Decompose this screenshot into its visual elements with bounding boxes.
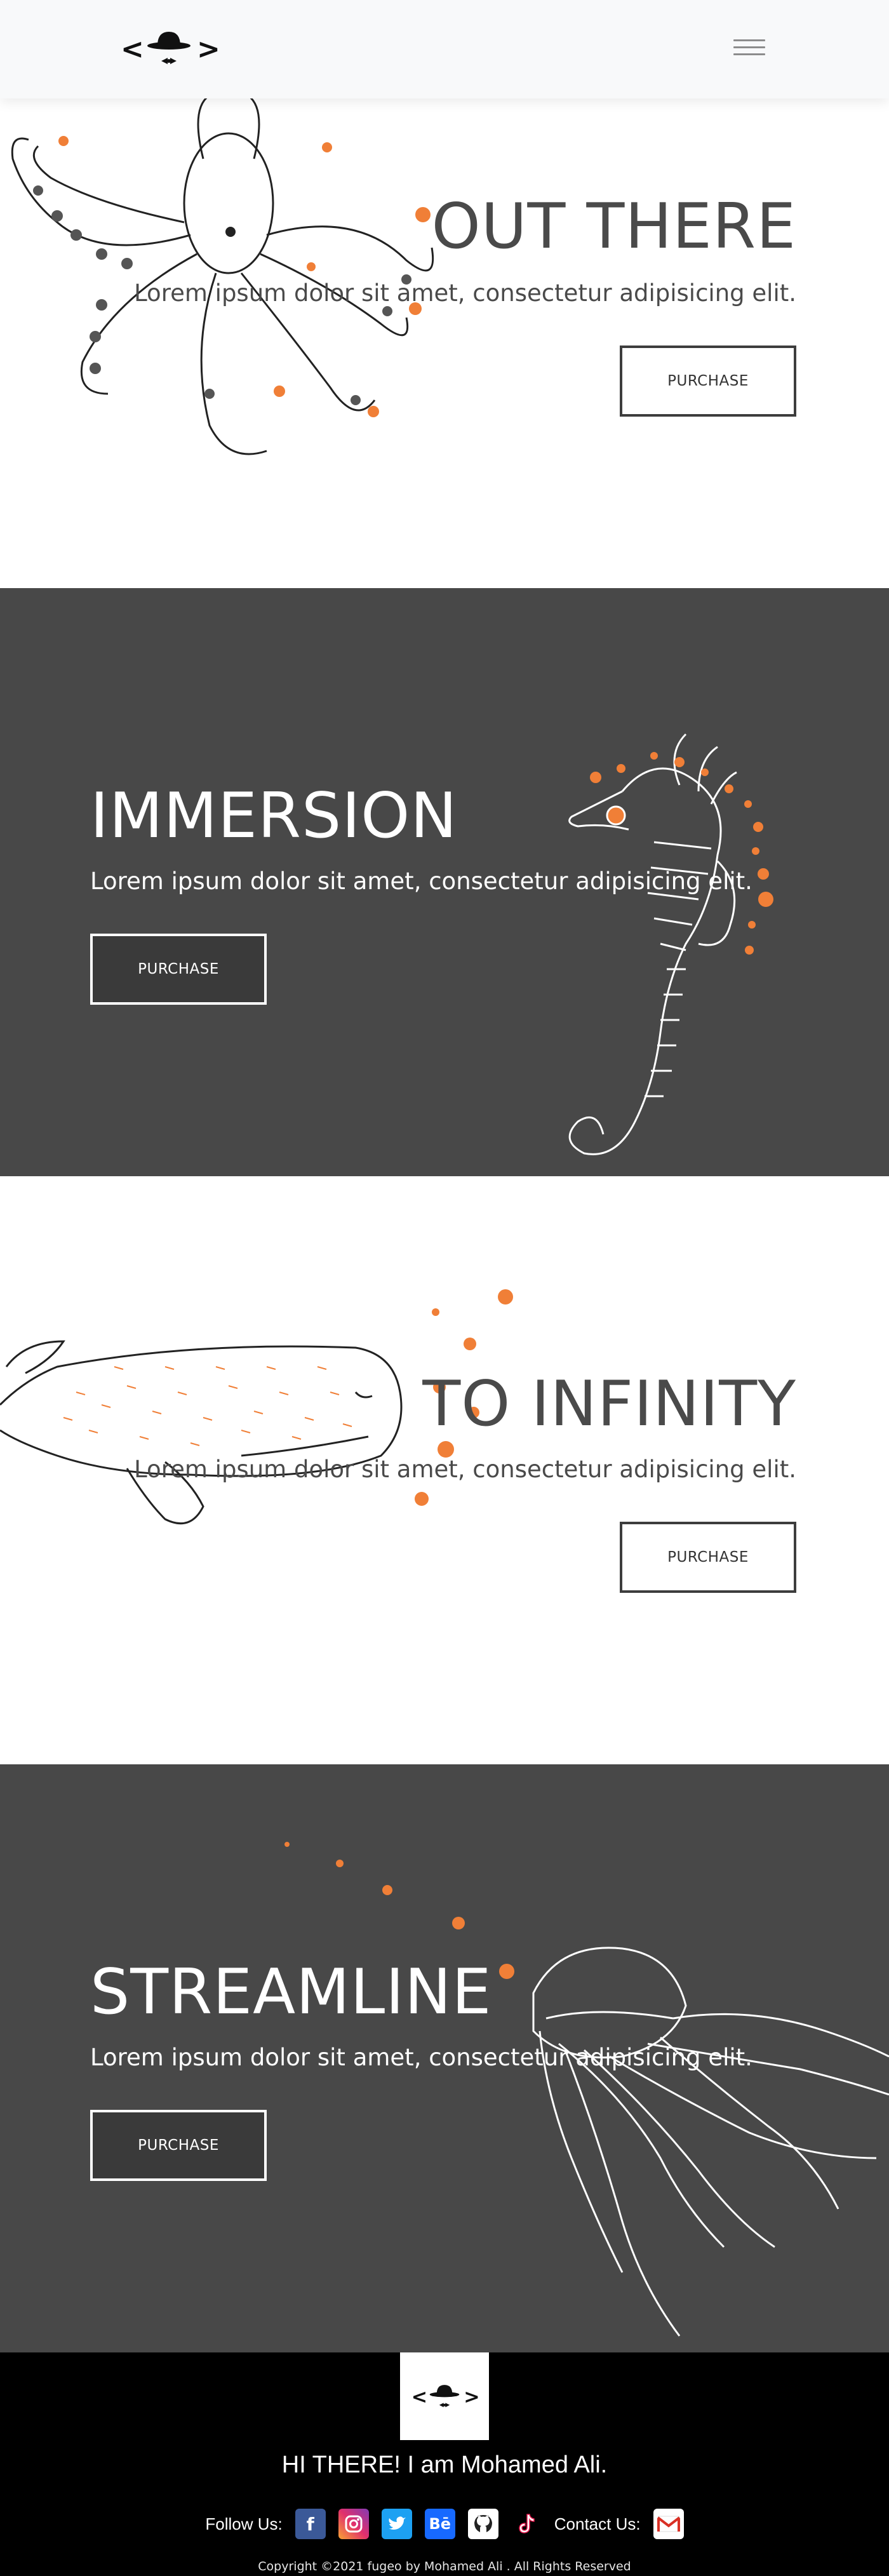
section-subtitle: Lorem ipsum dolor sit amet, consectetur …: [134, 1456, 796, 1483]
hamburger-menu-icon[interactable]: [724, 33, 775, 66]
section-title: IMMERSION: [90, 780, 458, 852]
section-subtitle: Lorem ipsum dolor sit amet, consectetur …: [90, 868, 752, 895]
purchase-button[interactable]: PURCHASE: [90, 934, 267, 1005]
section-title: STREAMLINE: [90, 1956, 492, 2029]
svg-text:<: <: [121, 33, 144, 65]
jellyfish-illustration: [284, 1842, 889, 2337]
navbar: < >: [0, 0, 889, 98]
section-subtitle: Lorem ipsum dolor sit amet, consectetur …: [90, 2044, 752, 2071]
follow-label: Follow Us:: [205, 2514, 283, 2533]
footer-social-row: Follow Us: f Bē Contact Us:: [0, 2505, 889, 2543]
instagram-icon[interactable]: [338, 2509, 369, 2539]
footer-greeting: HI THERE! I am Mohamed Ali.: [281, 2452, 608, 2478]
hero-section-to-infinity: TO INFINITY Lorem ipsum dolor sit amet, …: [0, 1176, 889, 1764]
section-title: TO INFINITY: [422, 1368, 796, 1440]
contact-label: Contact Us:: [554, 2514, 641, 2533]
purchase-button[interactable]: PURCHASE: [90, 2110, 267, 2181]
tiktok-icon[interactable]: [511, 2509, 542, 2539]
purchase-button[interactable]: PURCHASE: [620, 345, 796, 417]
twitter-icon[interactable]: [381, 2509, 412, 2539]
copyright-text: Copyright ©2021 fugeo by Mohamed Ali . A…: [258, 2559, 631, 2573]
svg-text:<: <: [411, 2386, 427, 2408]
svg-text:>: >: [197, 33, 220, 65]
seahorse-illustration: [568, 733, 773, 1155]
purchase-button[interactable]: PURCHASE: [620, 1522, 796, 1593]
gmail-icon[interactable]: [653, 2509, 684, 2539]
hat-bowtie-logo-icon[interactable]: < >: [118, 25, 220, 71]
hero-section-immersion: IMMERSION Lorem ipsum dolor sit amet, co…: [0, 588, 889, 1176]
facebook-icon[interactable]: f: [295, 2509, 326, 2539]
section-subtitle: Lorem ipsum dolor sit amet, consectetur …: [134, 279, 796, 307]
footer: < > HI THERE! I am Mohamed Ali. Follow U…: [0, 2352, 889, 2576]
svg-text:>: >: [464, 2386, 479, 2408]
github-icon[interactable]: [467, 2509, 498, 2539]
behance-icon[interactable]: Bē: [424, 2509, 455, 2539]
section-title: OUT THERE: [431, 191, 796, 263]
hat-bowtie-logo-icon[interactable]: < >: [400, 2352, 489, 2440]
hero-section-streamline: STREAMLINE Lorem ipsum dolor sit amet, c…: [0, 1764, 889, 2352]
